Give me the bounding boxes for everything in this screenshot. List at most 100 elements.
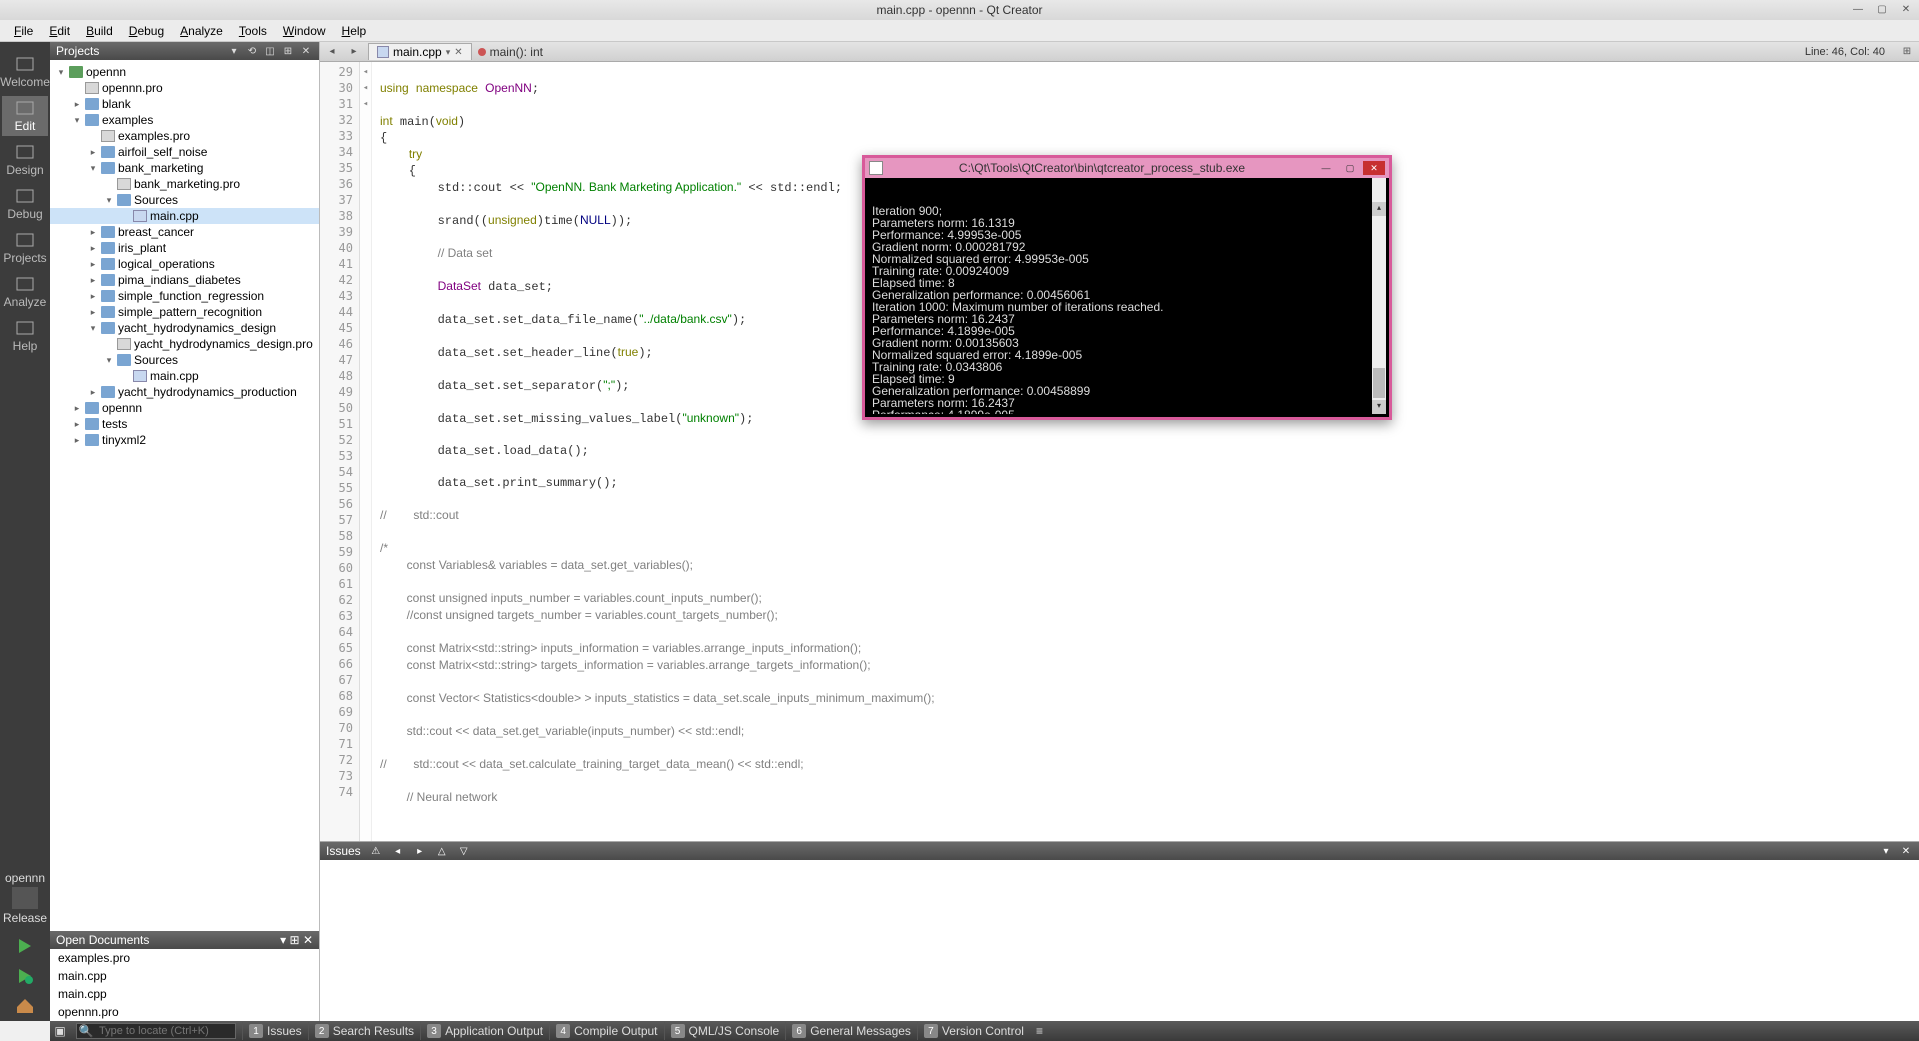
menu-edit[interactable]: Edit [41, 22, 78, 40]
panel-general-messages[interactable]: 6General Messages [785, 1022, 917, 1040]
tree-item[interactable]: ▸breast_cancer [50, 224, 319, 240]
tree-item[interactable]: ▾opennn [50, 64, 319, 80]
tree-item[interactable]: ▾examples [50, 112, 319, 128]
split-icon[interactable]: ◫ [263, 44, 277, 58]
mode-welcome[interactable]: Welcome [2, 52, 48, 92]
nav-forward-button[interactable]: ▸ [346, 45, 362, 59]
menu-file[interactable]: File [6, 22, 41, 40]
mode-help[interactable]: Help [2, 316, 48, 356]
panel-qml-js-console[interactable]: 5QML/JS Console [664, 1022, 786, 1040]
open-document-item[interactable]: main.cpp [50, 967, 319, 985]
open-document-item[interactable]: opennn.pro [50, 1003, 319, 1021]
tree-item[interactable]: ▸simple_pattern_recognition [50, 304, 319, 320]
tree-item[interactable]: ▾Sources [50, 352, 319, 368]
console-maximize-button[interactable]: ▢ [1339, 161, 1361, 175]
tree-item[interactable]: ▾yacht_hydrodynamics_design [50, 320, 319, 336]
tree-item[interactable]: ▸iris_plant [50, 240, 319, 256]
fold-column[interactable]: ◂ ◂ ◂ [360, 62, 372, 841]
tab-close-icon[interactable]: ✕ [454, 47, 462, 58]
panel-application-output[interactable]: 3Application Output [420, 1022, 549, 1040]
open-documents-list[interactable]: examples.promain.cppmain.cppopennn.pro [50, 949, 319, 1021]
locator[interactable]: 🔍 [76, 1023, 236, 1039]
issues-close-icon[interactable]: ✕ [1899, 844, 1913, 858]
scroll-up-icon[interactable]: ▴ [1372, 202, 1386, 216]
console-window[interactable]: C:\Qt\Tools\QtCreator\bin\qtcreator_proc… [862, 155, 1392, 420]
panel-version-control[interactable]: 7Version Control [917, 1022, 1030, 1040]
add-split-icon[interactable]: ⊞ [281, 44, 295, 58]
tree-item[interactable]: main.cpp [50, 208, 319, 224]
panel-search-results[interactable]: 2Search Results [308, 1022, 420, 1040]
tree-item[interactable]: ▾bank_marketing [50, 160, 319, 176]
menu-tools[interactable]: Tools [231, 22, 275, 40]
issues-filter-icon[interactable]: ▽ [457, 844, 471, 858]
close-pane-icon[interactable]: ✕ [299, 44, 313, 58]
minimize-button[interactable]: — [1849, 2, 1867, 16]
menu-analyze[interactable]: Analyze [172, 22, 231, 40]
editor-tab[interactable]: main.cpp ▾ ✕ [368, 43, 472, 60]
tree-item[interactable]: ▸logical_operations [50, 256, 319, 272]
issues-list[interactable] [320, 860, 1919, 1021]
panel-compile-output[interactable]: 4Compile Output [549, 1022, 663, 1040]
open-document-item[interactable]: examples.pro [50, 949, 319, 967]
issues-filter-errors-icon[interactable]: ⚠ [369, 844, 383, 858]
mode-analyze[interactable]: Analyze [2, 272, 48, 312]
console-title: C:\Qt\Tools\QtCreator\bin\qtcreator_proc… [889, 161, 1315, 175]
filter-icon[interactable]: ▾ [227, 44, 241, 58]
menu-window[interactable]: Window [275, 22, 334, 40]
panel-menu-icon[interactable]: ≡ [1030, 1024, 1049, 1038]
mode-debug[interactable]: Debug [2, 184, 48, 224]
tree-item[interactable]: ▸airfoil_self_noise [50, 144, 319, 160]
locator-input[interactable] [95, 1025, 235, 1037]
tree-item[interactable]: ▸pima_indians_diabetes [50, 272, 319, 288]
tree-item[interactable]: ▸simple_function_regression [50, 288, 319, 304]
close-button[interactable]: ✕ [1897, 2, 1915, 16]
tree-item[interactable]: ▸tests [50, 416, 319, 432]
tree-item[interactable]: ▸opennn [50, 400, 319, 416]
project-tree[interactable]: ▾opennnopennn.pro▸blank▾examplesexamples… [50, 60, 319, 931]
run-button[interactable] [10, 935, 40, 957]
symbol-selector[interactable]: main(): int [478, 45, 543, 59]
cpp-icon [133, 210, 147, 222]
console-close-button[interactable]: ✕ [1363, 161, 1385, 175]
menu-build[interactable]: Build [78, 22, 121, 40]
console-output[interactable]: Iteration 900; Parameters norm: 16.1319 … [868, 178, 1386, 414]
tree-item[interactable]: ▸yacht_hydrodynamics_production [50, 384, 319, 400]
open-docs-close-icon[interactable]: ✕ [303, 933, 313, 947]
menu-help[interactable]: Help [334, 22, 375, 40]
nav-back-button[interactable]: ◂ [324, 45, 340, 59]
tree-item[interactable]: ▸blank [50, 96, 319, 112]
console-titlebar[interactable]: C:\Qt\Tools\QtCreator\bin\qtcreator_proc… [865, 158, 1389, 178]
open-document-item[interactable]: main.cpp [50, 985, 319, 1003]
console-scrollbar[interactable]: ▴ ▾ [1372, 178, 1386, 414]
mode-projects[interactable]: Projects [2, 228, 48, 268]
tree-item[interactable]: opennn.pro [50, 80, 319, 96]
tab-dropdown-icon[interactable]: ▾ [446, 47, 451, 58]
folder-icon [85, 402, 99, 414]
scroll-thumb[interactable] [1373, 368, 1385, 398]
open-docs-menu-icon[interactable]: ▾ [280, 933, 286, 947]
console-minimize-button[interactable]: — [1315, 161, 1337, 175]
build-button[interactable] [10, 995, 40, 1017]
maximize-button[interactable]: ▢ [1873, 2, 1891, 16]
issues-prev-icon[interactable]: ◂ [391, 844, 405, 858]
tree-item[interactable]: yacht_hydrodynamics_design.pro [50, 336, 319, 352]
scroll-down-icon[interactable]: ▾ [1372, 400, 1386, 414]
open-docs-split-icon[interactable]: ⊞ [290, 933, 300, 947]
tree-item[interactable]: bank_marketing.pro [50, 176, 319, 192]
editor-split-icon[interactable]: ⊞ [1899, 45, 1915, 59]
issues-filter-warnings-icon[interactable]: △ [435, 844, 449, 858]
panel-issues[interactable]: 1Issues [242, 1022, 308, 1040]
tree-item[interactable]: ▾Sources [50, 192, 319, 208]
sync-icon[interactable]: ⟲ [245, 44, 259, 58]
tree-item[interactable]: main.cpp [50, 368, 319, 384]
issues-collapse-icon[interactable]: ▾ [1879, 844, 1893, 858]
output-toggle-icon[interactable]: ▣ [50, 1024, 70, 1038]
mode-edit[interactable]: Edit [2, 96, 48, 136]
tree-item[interactable]: examples.pro [50, 128, 319, 144]
tree-item[interactable]: ▸tinyxml2 [50, 432, 319, 448]
issues-next-icon[interactable]: ▸ [413, 844, 427, 858]
kit-selector[interactable]: opennn Release [3, 871, 47, 925]
menu-debug[interactable]: Debug [121, 22, 172, 40]
debug-run-button[interactable] [10, 965, 40, 987]
mode-design[interactable]: Design [2, 140, 48, 180]
